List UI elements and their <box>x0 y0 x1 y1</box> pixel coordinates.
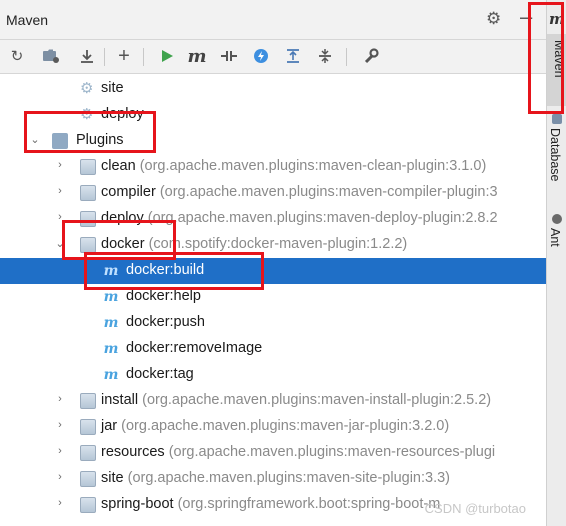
tree-item-plugin-resources[interactable]: › resources (org.apache.maven.plugins:ma… <box>0 440 546 466</box>
settings-wrench-icon[interactable] <box>360 45 382 67</box>
plugin-name: deploy <box>101 210 144 226</box>
chevron-right-icon[interactable]: › <box>54 497 66 509</box>
run-icon[interactable] <box>156 45 178 67</box>
goal-label: docker:tag <box>126 366 194 382</box>
chevron-down-icon[interactable]: ⌄ <box>29 133 41 146</box>
toolbar-separator <box>143 48 144 66</box>
chevron-right-icon[interactable]: › <box>54 393 66 405</box>
chevron-right-icon[interactable]: › <box>54 471 66 483</box>
goal-label: docker:build <box>126 262 205 278</box>
plugin-icon <box>80 211 96 227</box>
tree-item-plugin-clean[interactable]: › clean (org.apache.maven.plugins:maven-… <box>0 154 546 180</box>
plugin-coordinates: (org.apache.maven.plugins:maven-deploy-p… <box>147 210 498 226</box>
goal-label: docker:push <box>126 314 205 330</box>
tree-item-goal-docker-push[interactable]: m docker:push <box>0 310 546 336</box>
plugin-name: spring-boot <box>101 496 174 512</box>
maven-goal-icon: m <box>103 289 119 305</box>
download-icon[interactable] <box>76 45 98 67</box>
plugin-coordinates: (org.apache.maven.plugins:maven-resource… <box>168 444 496 460</box>
tree-item-label: site <box>101 80 124 96</box>
plugin-coordinates: (org.apache.maven.plugins:maven-compiler… <box>159 184 498 200</box>
reload-icon[interactable]: ↻ <box>6 45 28 67</box>
chevron-down-icon[interactable]: ⌄ <box>54 237 66 250</box>
plugin-name: compiler <box>101 184 156 200</box>
minimize-icon[interactable]: – <box>520 4 532 30</box>
plugin-coordinates: (org.apache.maven.plugins:maven-clean-pl… <box>139 158 487 174</box>
plugin-icon <box>80 497 96 513</box>
tab-maven[interactable]: Maven <box>547 34 566 106</box>
chevron-right-icon[interactable]: › <box>54 185 66 197</box>
tree-item-goal-docker-build[interactable]: m docker:build <box>0 258 546 284</box>
plugin-coordinates: (org.apache.maven.plugins:maven-jar-plug… <box>121 418 450 434</box>
folder-icon <box>52 133 68 149</box>
plugin-icon <box>80 393 96 409</box>
tree-item-plugins[interactable]: ⌄ Plugins <box>0 128 546 154</box>
right-tool-strip: m Maven Database Ant <box>546 0 566 526</box>
plugin-name: install <box>101 392 139 408</box>
plugin-icon <box>80 445 96 461</box>
collapse-all-icon[interactable] <box>314 45 336 67</box>
plugin-icon <box>80 237 96 253</box>
maven-goal-icon: m <box>103 341 119 357</box>
chevron-right-icon[interactable]: › <box>54 159 66 171</box>
plugin-coordinates: (org.apache.maven.plugins:maven-site-plu… <box>127 470 451 486</box>
execute-goal-icon[interactable]: m <box>186 45 208 67</box>
add-icon[interactable]: + <box>113 45 135 67</box>
plugin-name: clean <box>101 158 136 174</box>
gear-icon[interactable]: ⚙ <box>486 9 501 29</box>
plugin-name: resources <box>101 444 165 460</box>
tree-item-goal-docker-help[interactable]: m docker:help <box>0 284 546 310</box>
goal-label: docker:help <box>126 288 201 304</box>
tree-item-goal-docker-tag[interactable]: m docker:tag <box>0 362 546 388</box>
lifecycle-gear-icon: ⚙ <box>80 106 94 123</box>
tree-item-plugin-deploy[interactable]: › deploy (org.apache.maven.plugins:maven… <box>0 206 546 232</box>
plugin-name: jar <box>101 418 118 434</box>
database-icon <box>552 114 562 124</box>
maven-logo-icon: m <box>549 10 565 28</box>
toolbar-separator <box>104 48 105 66</box>
maven-toolbar: ↻ + m <box>0 40 546 74</box>
tree-item-label: deploy <box>101 106 144 122</box>
maven-goal-icon: m <box>103 367 119 383</box>
plugin-icon <box>80 159 96 175</box>
tree-item-plugin-site[interactable]: › site (org.apache.maven.plugins:maven-s… <box>0 466 546 492</box>
chevron-right-icon[interactable]: › <box>54 211 66 223</box>
tree-item-plugin-install[interactable]: › install (org.apache.maven.plugins:mave… <box>0 388 546 414</box>
plugin-coordinates: (org.apache.maven.plugins:maven-install-… <box>142 392 492 408</box>
tree-item-plugin-compiler[interactable]: › compiler (org.apache.maven.plugins:mav… <box>0 180 546 206</box>
tab-database[interactable]: Database <box>548 128 562 182</box>
skip-tests-icon[interactable] <box>250 45 272 67</box>
chevron-right-icon[interactable]: › <box>54 445 66 457</box>
window-title: Maven <box>6 12 49 28</box>
tree-item-plugin-jar[interactable]: › jar (org.apache.maven.plugins:maven-ja… <box>0 414 546 440</box>
tree-item-lifecycle-site[interactable]: ⚙ site <box>0 76 546 102</box>
maven-tool-window: Maven ⚙ – ↻ + m ⚙ site ⚙ deploy ⌄ Plugin… <box>0 0 546 526</box>
ant-icon <box>552 214 562 224</box>
plugin-name: docker <box>101 236 145 252</box>
tree-item-label: Plugins <box>76 132 124 148</box>
tree-item-plugin-docker[interactable]: ⌄ docker (com.spotify:docker-maven-plugi… <box>0 232 546 258</box>
plugin-name: site <box>101 470 124 486</box>
plugin-icon <box>80 185 96 201</box>
toggle-offline-icon[interactable] <box>218 45 240 67</box>
tree-item-goal-docker-removeimage[interactable]: m docker:removeImage <box>0 336 546 362</box>
maven-goal-icon: m <box>103 315 119 331</box>
maven-goal-icon: m <box>103 263 119 279</box>
tree-item-lifecycle-deploy[interactable]: ⚙ deploy <box>0 102 546 128</box>
expand-all-icon[interactable] <box>282 45 304 67</box>
tab-ant[interactable]: Ant <box>548 228 562 247</box>
reimport-folder-icon[interactable] <box>40 45 62 67</box>
plugin-coordinates: (com.spotify:docker-maven-plugin:1.2.2) <box>148 236 408 252</box>
goal-label: docker:removeImage <box>126 340 263 356</box>
lifecycle-gear-icon: ⚙ <box>80 80 94 97</box>
watermark: CSDN @turbotao <box>424 501 526 516</box>
chevron-right-icon[interactable]: › <box>54 419 66 431</box>
plugin-coordinates: (org.springframework.boot:spring-boot-m <box>177 496 441 512</box>
plugin-icon <box>80 471 96 487</box>
title-bar: Maven ⚙ – <box>0 0 546 40</box>
toolbar-separator <box>346 48 347 66</box>
plugin-icon <box>80 419 96 435</box>
